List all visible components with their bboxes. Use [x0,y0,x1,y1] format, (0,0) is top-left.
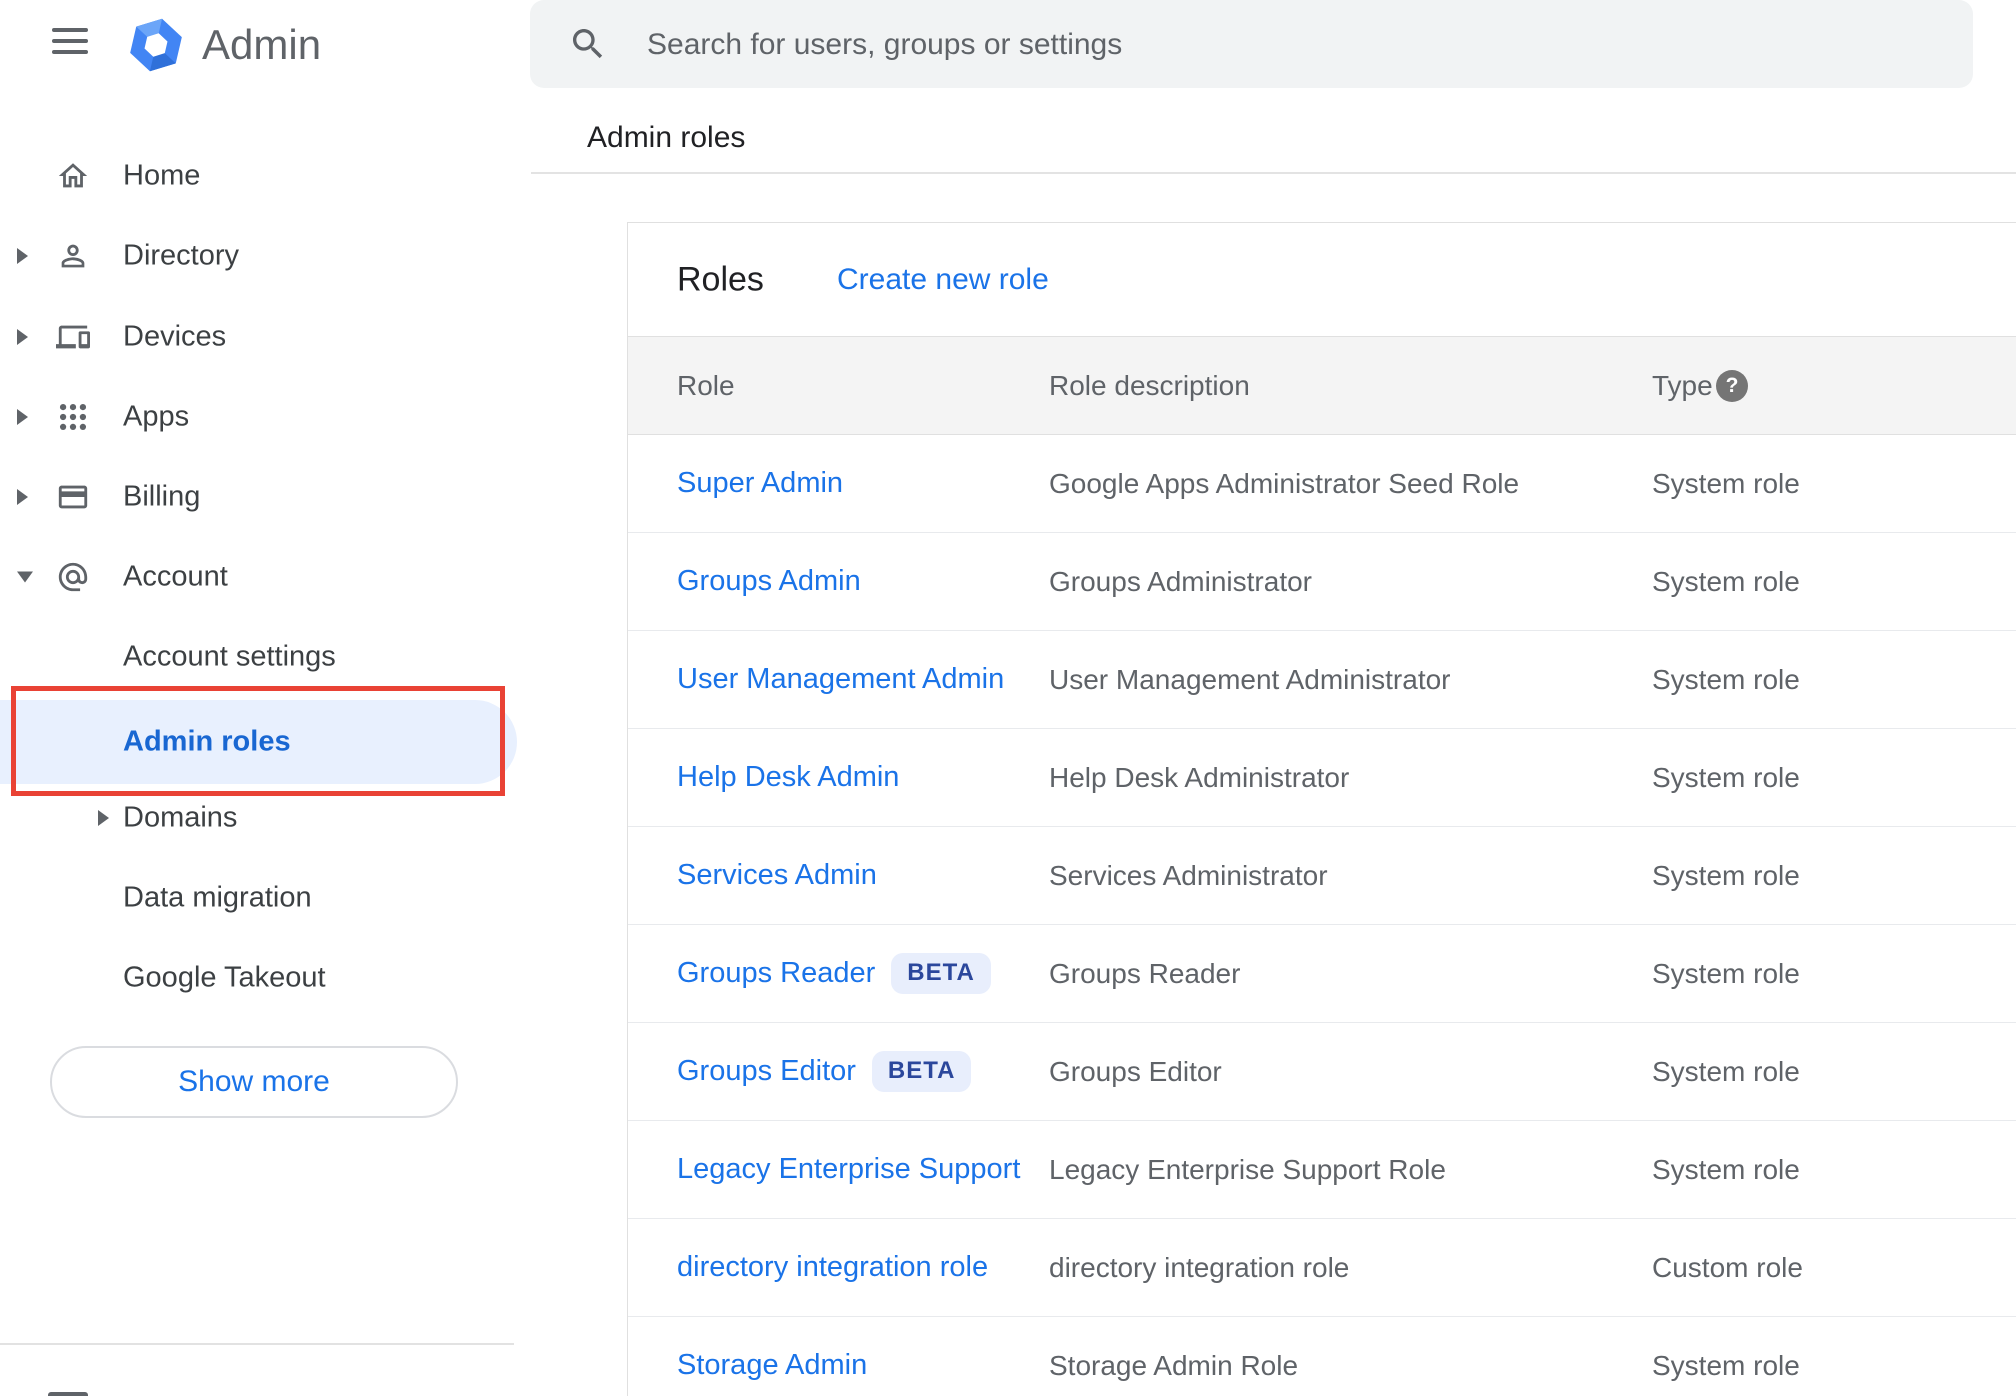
sidebar-item-apps[interactable]: Apps [0,377,531,457]
role-type: System role [1652,1349,1800,1381]
sidebar-item-label: Account [123,560,228,593]
search-icon [568,24,608,64]
beta-badge: BETA [891,953,991,994]
chevron-right-icon [17,489,28,505]
role-description: directory integration role [1049,1251,1350,1283]
hamburger-menu-icon[interactable] [52,28,88,54]
role-link[interactable]: Groups Reader [677,957,875,990]
role-link[interactable]: Super Admin [677,467,843,500]
chevron-right-icon [17,409,28,425]
home-icon [56,159,90,193]
role-description: Groups Reader [1049,957,1241,989]
sidebar-item-label: Directory [123,239,240,272]
sidebar-item-data-migration[interactable]: Data migration [0,858,531,938]
panel-title: Roles [677,260,764,298]
sidebar-item-directory[interactable]: Directory [0,216,531,296]
role-type: System role [1652,957,1800,989]
help-icon[interactable]: ? [1716,369,1748,402]
column-header-description: Role description [1049,369,1250,401]
sidebar-item-label: Apps [123,400,190,433]
credit-card-icon [56,480,90,514]
chevron-right-icon [98,810,109,826]
column-header-role: Role [677,369,735,401]
sidebar-item-label: Billing [123,480,201,513]
sidebar-item-account-settings[interactable]: Account settings [0,617,531,697]
roles-table-body: Super Admin Google Apps Administrator Se… [628,435,2016,1396]
app-title: Admin [202,21,322,68]
role-type: Custom role [1652,1251,1803,1283]
role-link[interactable]: Help Desk Admin [677,761,899,794]
sidebar-item-billing[interactable]: Billing [0,457,531,537]
search-input[interactable] [645,0,1929,90]
sidebar-item-label: Home [123,159,201,192]
sidebar-item-label: Admin roles [123,725,291,758]
role-description: Help Desk Administrator [1049,761,1350,793]
breadcrumb: Admin roles [587,121,746,154]
role-description: Google Apps Administrator Seed Role [1049,467,1520,499]
role-type: System role [1652,663,1800,695]
role-type: System role [1652,565,1800,597]
devices-icon [56,320,90,354]
roles-panel-header: Roles Create new role [628,223,2016,336]
role-description: Groups Administrator [1049,565,1312,597]
table-row: Super Admin Google Apps Administrator Se… [628,435,2016,533]
table-row: Help Desk Admin Help Desk Administrator … [628,729,2016,827]
create-new-role-link[interactable]: Create new role [837,263,1049,297]
role-link[interactable]: Groups Editor [677,1055,856,1088]
role-type: System role [1652,1055,1800,1087]
role-link[interactable]: Legacy Enterprise Support [677,1153,1020,1186]
role-description: Storage Admin Role [1049,1349,1299,1381]
role-link[interactable]: directory integration role [677,1251,988,1284]
role-link[interactable]: Groups Admin [677,565,861,598]
table-row: Services Admin Services Administrator Sy… [628,827,2016,925]
sidebar-item-label: Account settings [123,640,336,673]
table-row: Groups Reader BETA Groups Reader System … [628,925,2016,1023]
sidebar-item-label: Devices [123,320,227,353]
admin-logo-icon [127,16,185,76]
apps-grid-icon [56,400,90,434]
role-description: Services Administrator [1049,859,1328,891]
role-link[interactable]: User Management Admin [677,663,1004,696]
role-link[interactable]: Services Admin [677,859,877,892]
table-row: directory integration role directory int… [628,1219,2016,1317]
chevron-right-icon [17,248,28,264]
table-row: User Management Admin User Management Ad… [628,631,2016,729]
role-description: User Management Administrator [1049,663,1451,695]
table-row: Legacy Enterprise Support Legacy Enterpr… [628,1121,2016,1219]
clipped-bottom-icon [48,1392,88,1396]
show-more-button[interactable]: Show more [50,1046,458,1118]
beta-badge: BETA [871,1051,972,1092]
sidebar-item-label: Google Takeout [123,961,326,994]
search-bar[interactable] [530,0,1973,90]
google-admin-console: Admin Home Directory Devices Apps Billin… [0,0,2016,1396]
person-icon [56,239,90,273]
role-type: System role [1652,761,1800,793]
sidebar-item-admin-roles[interactable]: Admin roles [0,700,517,784]
sidebar-item-google-takeout[interactable]: Google Takeout [0,938,531,1018]
sidebar-item-home[interactable]: Home [0,136,531,216]
at-sign-icon [56,560,90,594]
sidebar: Admin Home Directory Devices Apps Billin… [0,0,531,1396]
sidebar-item-devices[interactable]: Devices [0,297,531,377]
table-row: Groups Admin Groups Administrator System… [628,533,2016,631]
role-type: System role [1652,467,1800,499]
sidebar-item-domains[interactable]: Domains [0,778,531,858]
role-type: System role [1652,1153,1800,1185]
table-row: Storage Admin Storage Admin Role System … [628,1317,2016,1396]
role-link[interactable]: Storage Admin [677,1349,867,1382]
table-row: Groups Editor BETA Groups Editor System … [628,1023,2016,1121]
role-type: System role [1652,859,1800,891]
column-header-type: Type [1652,369,1713,401]
header-divider [531,172,2016,174]
roles-panel: Roles Create new role Role Role descript… [627,222,2016,1396]
chevron-right-icon [17,329,28,345]
sidebar-item-label: Domains [123,801,238,834]
role-description: Legacy Enterprise Support Role [1049,1153,1446,1185]
chevron-down-icon [17,571,33,583]
sidebar-divider [0,1343,514,1345]
table-header-row: Role Role description Type ? [628,336,2016,435]
role-description: Groups Editor [1049,1055,1222,1087]
sidebar-item-account[interactable]: Account [0,537,531,617]
sidebar-item-label: Data migration [123,881,312,914]
